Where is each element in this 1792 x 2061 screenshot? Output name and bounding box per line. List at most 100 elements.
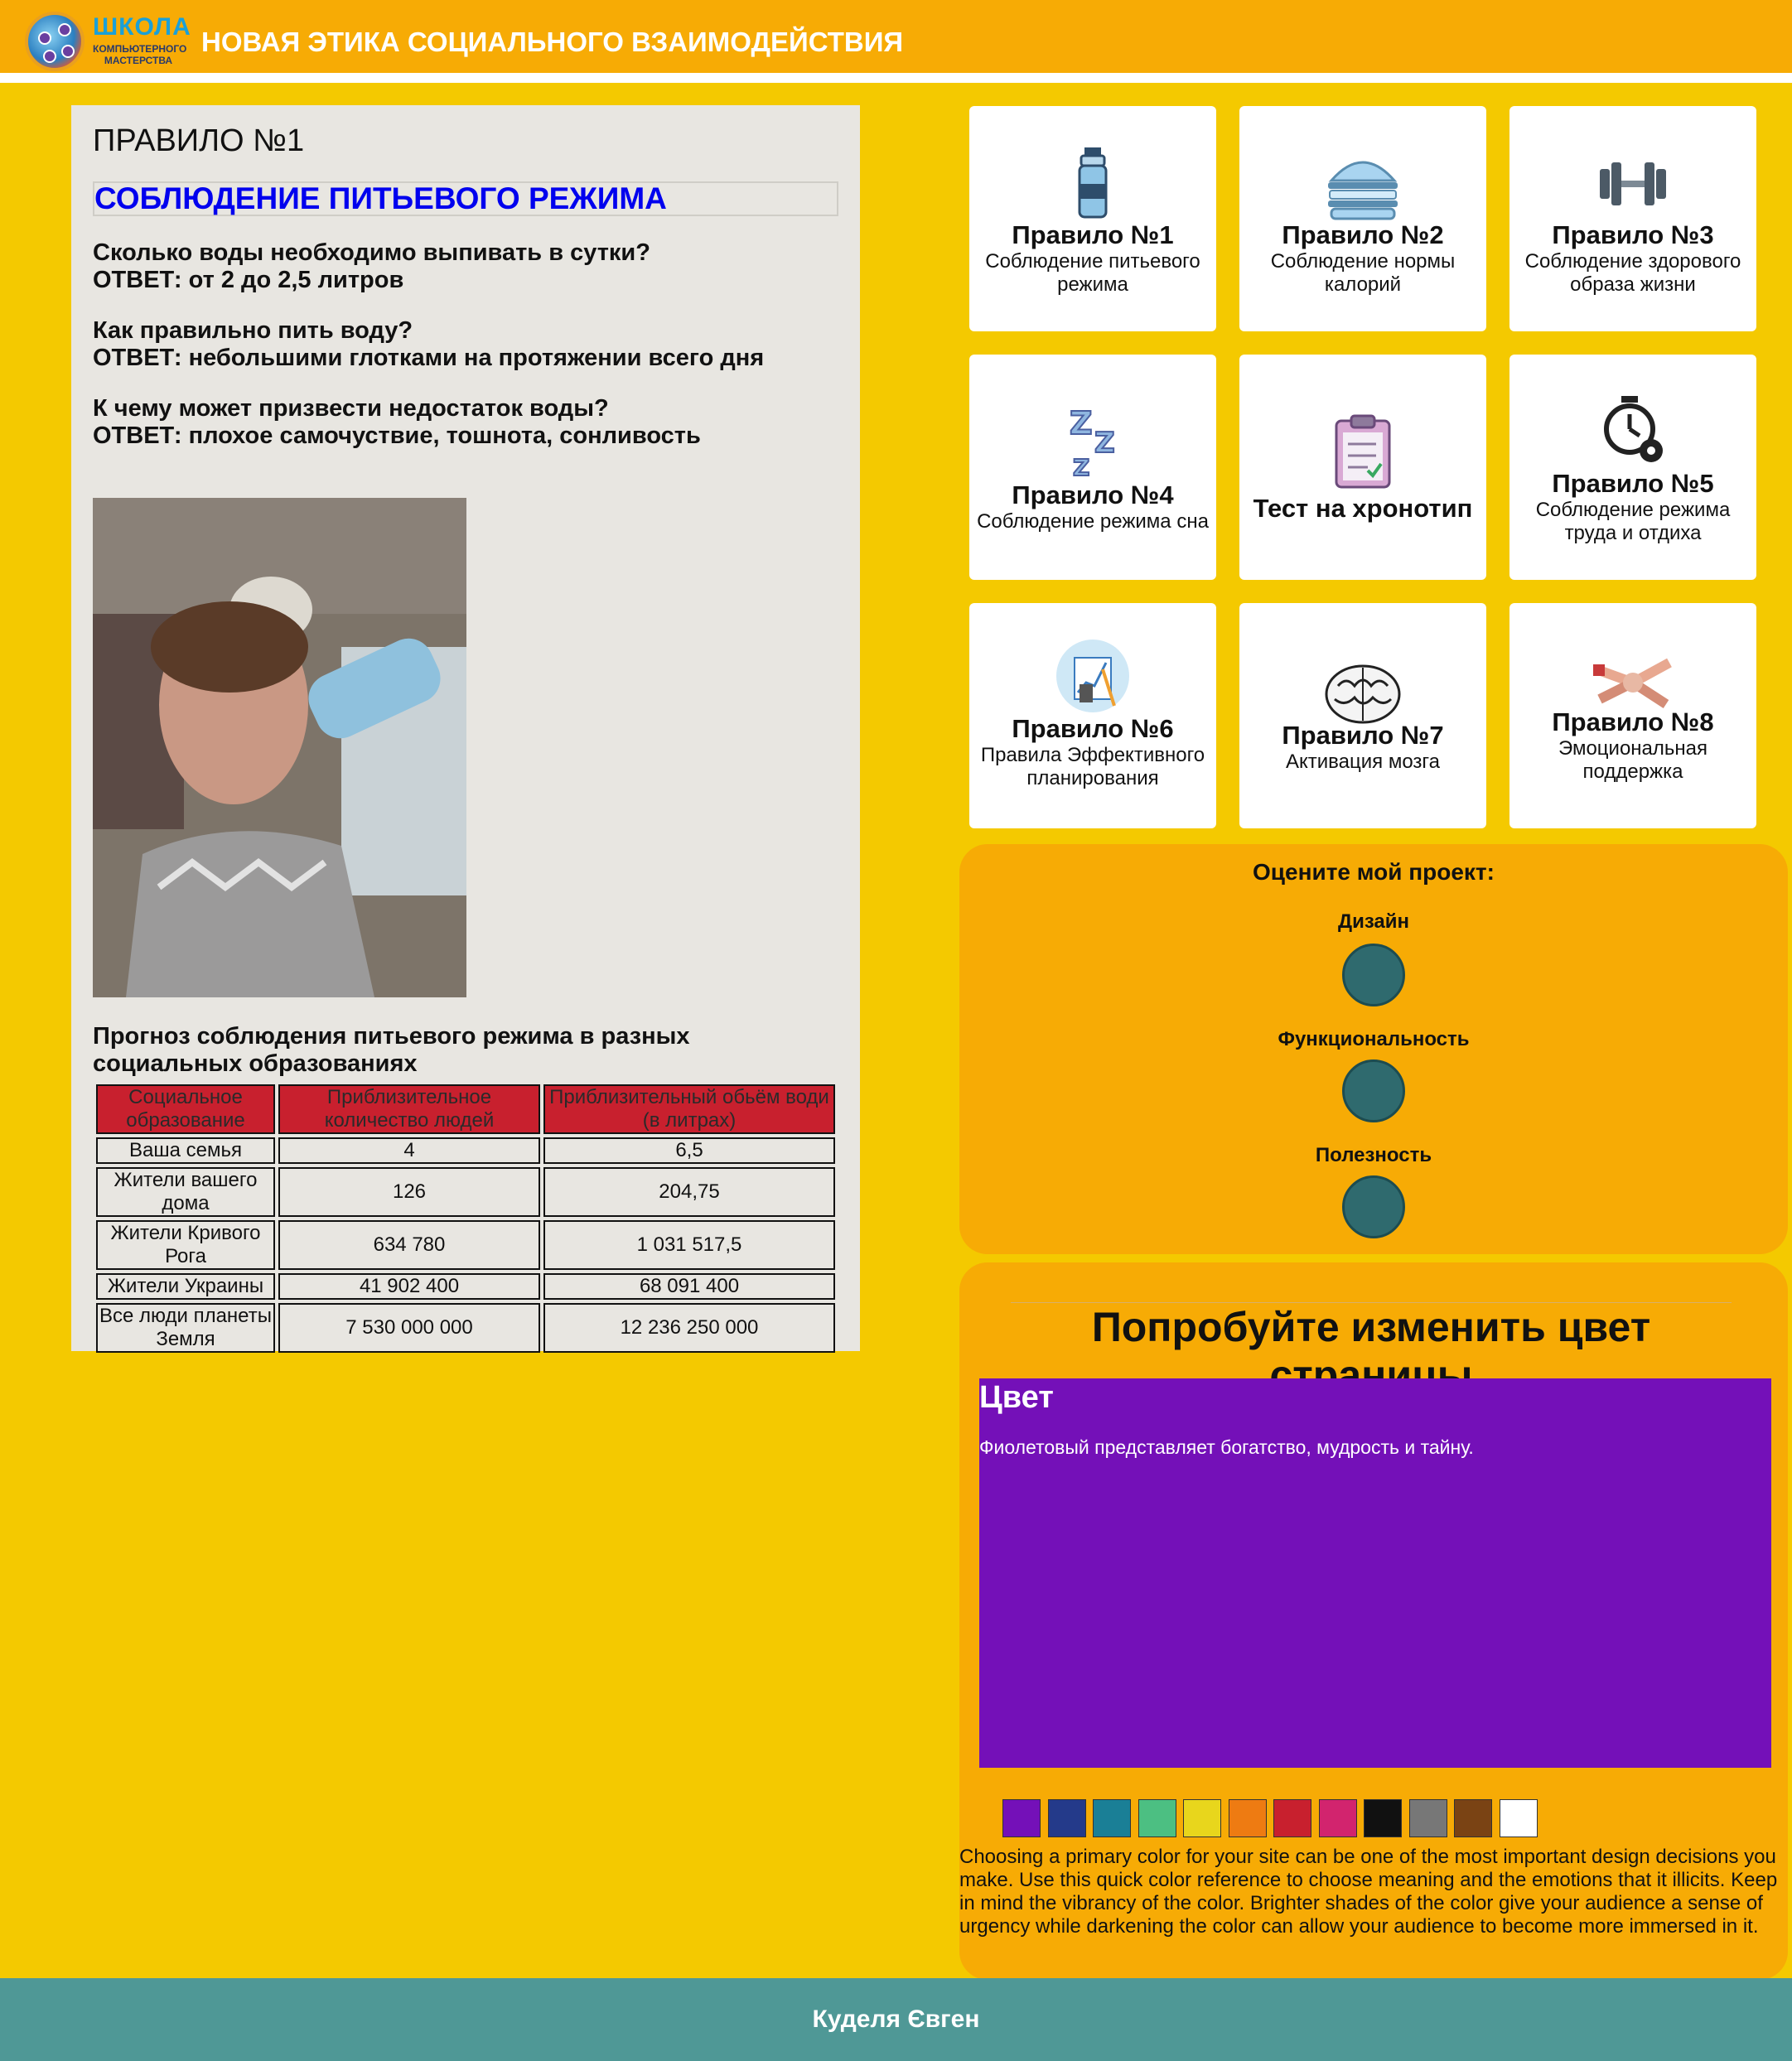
rule-title: ПРАВИЛО №1 [93,123,305,158]
color-swatch[interactable] [1183,1799,1221,1837]
clipboard-icon [1335,414,1391,489]
table-cell: Ваша семья [96,1137,275,1164]
planning-chart-icon [1056,640,1129,712]
table-cell: Жители вашего дома [96,1167,275,1217]
tile-description: Соблюдение режима сна [977,510,1209,533]
site-footer: Куделя Євген [0,1978,1792,2061]
color-swatch[interactable] [1318,1799,1357,1837]
table-cell: Жители Кривого Рога [96,1220,275,1270]
rule-subtitle: СОБЛЮДЕНИЕ ПИТЬЕВОГО РЕЖИМА [93,181,838,216]
logo-emblem-icon [25,12,85,71]
color-swatch[interactable] [1002,1799,1041,1837]
color-preview-panel: Цвет Фиолетовый представляет богатство, … [979,1378,1771,1768]
tile-rule-4[interactable]: Z Z Z Правило №4 Соблюдение режима сна [969,355,1216,580]
tile-rule-3[interactable]: Правило №3 Соблюдение здорового образа ж… [1509,106,1756,331]
table-row: Все люди планеты Земля 7 530 000 000 12 … [96,1303,835,1353]
logo-title: ШКОЛА [93,13,191,41]
rating-label-functionality: Функциональность [1278,1028,1470,1050]
tile-description: Активация мозга [1286,751,1440,773]
table-cell: 6,5 [543,1137,835,1164]
tile-chronotype-test[interactable]: Тест на хронотип [1239,355,1486,580]
color-panel-description: Фиолетовый представляет богатство, мудро… [979,1436,1474,1458]
forecast-title: Прогноз соблюдения питьевого режима в ра… [93,1023,690,1077]
footer-author: Куделя Євген [812,2005,980,2033]
color-swatch[interactable] [1093,1799,1131,1837]
color-swatch[interactable] [1499,1799,1538,1837]
color-panel-title: Цвет [979,1380,1054,1415]
school-logo[interactable]: ШКОЛА КОМПЬЮТЕРНОГО МАСТЕРСТВА [25,8,191,75]
column-header: Приблизительный обьём води (в литрах) [543,1084,835,1134]
rate-usefulness-button[interactable] [1342,1175,1405,1238]
color-note: Choosing a primary color for your site c… [959,1846,1778,1938]
qa-item: К чему может призвести недостаток воды? … [93,395,838,450]
rate-design-button[interactable] [1342,944,1405,1006]
column-header: Социальное образование [96,1084,275,1134]
color-swatch[interactable] [1408,1799,1447,1837]
tile-title: Правило №3 [1552,220,1714,249]
site-title: НОВАЯ ЭТИКА СОЦИАЛЬНОГО ВЗАИМОДЕЙСТВИЯ [201,27,904,57]
svg-text:Z: Z [1070,405,1093,442]
tile-title: Правило №2 [1282,220,1444,249]
qa-item: Как правильно пить воду? ОТВЕТ: небольши… [93,317,838,372]
burger-icon [1328,161,1398,220]
color-swatch[interactable] [1454,1799,1492,1837]
tile-description: Соблюдение питьевого режима [985,250,1200,296]
color-swatch[interactable] [1047,1799,1086,1837]
sleep-zzz-icon: Z Z Z [1069,404,1116,480]
color-swatch[interactable] [1364,1799,1402,1837]
color-changer-panel: Попробуйте изменить цвет страницы Цвет Ф… [959,1262,1788,1980]
svg-text:Z: Z [1094,427,1115,460]
tile-title: Правило №1 [1012,220,1174,249]
table-cell: 1 031 517,5 [543,1220,835,1270]
tile-description: Правила Эффективного планирования [980,744,1205,789]
table-cell: 12 236 250 000 [543,1303,835,1353]
answer-text: ОТВЕТ: небольшими глотками на протяжении… [93,345,765,371]
qa-item: Сколько воды необходимо выпивать в сутки… [93,239,838,294]
table-cell: 4 [278,1137,540,1164]
table-cell: 41 902 400 [278,1273,540,1300]
table-cell: 126 [278,1167,540,1217]
tile-title: Правило №5 [1552,469,1714,498]
table-header-row: Социальное образование Приблизительное к… [96,1084,835,1134]
tile-rule-6[interactable]: Правило №6 Правила Эффективного планиров… [969,603,1216,828]
answer-text: ОТВЕТ: плохое самочуствие, тошнота, сонл… [93,422,701,449]
color-swatch[interactable] [1273,1799,1311,1837]
drinking-water-photo [93,498,466,997]
tile-rule-7[interactable]: Правило №7 Активация мозга [1239,603,1486,828]
tile-title: Правило №8 [1552,707,1714,736]
tile-description: Соблюдение здорового образа жизни [1524,250,1741,296]
table-cell: 68 091 400 [543,1273,835,1300]
question-text: Как правильно пить воду? [93,317,413,344]
tile-description: Эмоциональная поддержка [1558,737,1708,783]
table-cell: 634 780 [278,1220,540,1270]
rating-label-design: Дизайн [1337,910,1410,933]
tile-title: Тест на хронотип [1253,494,1473,523]
svg-text:Z: Z [1073,454,1089,480]
color-swatch[interactable] [1138,1799,1176,1837]
table-cell: 204,75 [543,1167,835,1217]
tile-rule-2[interactable]: Правило №2 Соблюдение нормы калорий [1239,106,1486,331]
stopwatch-gear-icon [1604,396,1663,462]
column-header: Приблизительное количество людей [278,1084,540,1134]
table-row: Жители Украины 41 902 400 68 091 400 [96,1273,835,1300]
rate-functionality-button[interactable] [1342,1059,1405,1122]
tile-title: Правило №6 [1012,714,1174,743]
water-bottle-icon [1078,147,1108,219]
table-row: Жители Кривого Рога 634 780 1 031 517,5 [96,1220,835,1270]
table-row: Ваша семья 4 6,5 [96,1137,835,1164]
dumbbell-icon [1600,162,1666,205]
question-text: К чему может призвести недостаток воды? [93,395,609,422]
tile-rule-5[interactable]: Правило №5 Соблюдение режима труда и отд… [1509,355,1756,580]
question-text: Сколько воды необходимо выпивать в сутки… [93,239,650,266]
color-swatch[interactable] [1228,1799,1267,1837]
rating-title: Оцените мой проект: [1253,859,1495,885]
table-row: Жители вашего дома 126 204,75 [96,1167,835,1217]
tile-rule-8[interactable]: Правило №8 Эмоциональная поддержка [1509,603,1756,828]
tile-title: Правило №7 [1282,721,1444,750]
rating-panel: Оцените мой проект: Дизайн Функционально… [959,844,1788,1254]
logo-subtitle: КОМПЬЮТЕРНОГО МАСТЕРСТВА [93,43,187,66]
tile-rule-1[interactable]: Правило №1 Соблюдение питьевого режима [969,106,1216,331]
rule-article: ПРАВИЛО №1 СОБЛЮДЕНИЕ ПИТЬЕВОГО РЕЖИМА С… [71,105,860,1353]
table-cell: 7 530 000 000 [278,1303,540,1353]
tile-description: Соблюдение режима труда и отдиха [1535,499,1731,544]
